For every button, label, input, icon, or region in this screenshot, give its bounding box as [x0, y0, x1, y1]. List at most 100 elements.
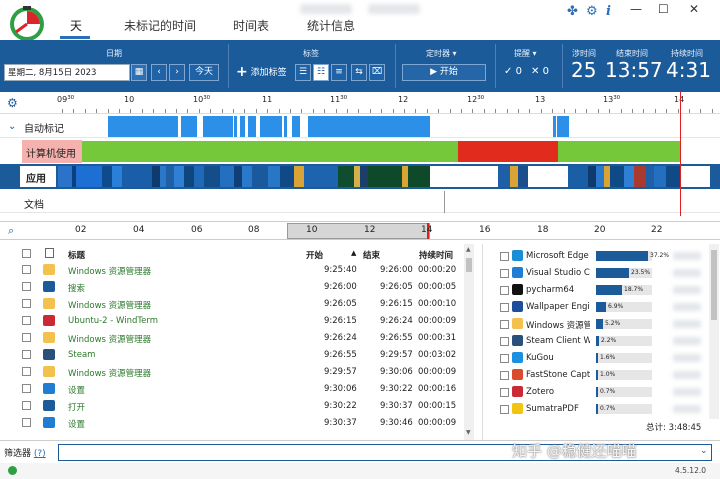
app-row[interactable]: pycharm64 18.7% [483, 282, 711, 299]
prev-day-button[interactable]: ‹ [151, 64, 167, 81]
app-checkbox[interactable] [500, 371, 509, 380]
app-segment[interactable] [634, 166, 646, 187]
app-segment[interactable] [568, 166, 588, 187]
row-checkbox[interactable] [22, 418, 31, 427]
app-segment[interactable] [268, 166, 280, 187]
app-segment[interactable] [596, 166, 604, 187]
row-checkbox[interactable] [22, 299, 31, 308]
app-row[interactable]: Visual Studio C 23.5% [483, 265, 711, 282]
gear-icon[interactable]: ⚙ [586, 4, 598, 19]
app-segment[interactable] [252, 166, 268, 187]
app-segment[interactable] [666, 166, 680, 187]
col-title[interactable]: 标题 [68, 249, 85, 261]
row-checkbox[interactable] [22, 333, 31, 342]
app-segment[interactable] [360, 166, 368, 187]
select-all-checkbox[interactable] [22, 249, 31, 258]
app-segment[interactable] [368, 166, 430, 187]
app-list-scrollbar[interactable] [709, 244, 719, 419]
app-segment[interactable] [518, 166, 528, 187]
app-segment[interactable] [510, 166, 518, 187]
app-segment[interactable] [184, 166, 194, 187]
auto-tag-segment[interactable] [240, 116, 245, 137]
app-segment[interactable] [304, 166, 338, 187]
reminder-label[interactable]: 提醒 ▾ [514, 48, 537, 59]
computer-usage-segment[interactable] [558, 141, 680, 162]
table-row[interactable]: Windows 资源管理器 9:25:40 9:26:00 00:00:20 [0, 262, 462, 279]
auto-tag-bars[interactable] [58, 116, 706, 137]
table-row[interactable]: Ubuntu-2 - WindTerm 9:26:15 9:26:24 00:00:0… [0, 313, 462, 330]
row-checkbox[interactable] [22, 384, 31, 393]
app-checkbox[interactable] [500, 286, 509, 295]
app-row[interactable]: Wallpaper Engi 6.9% [483, 299, 711, 316]
computer-usage-bars[interactable] [82, 141, 680, 162]
app-checkbox[interactable] [500, 405, 509, 414]
gear-icon[interactable]: ⚙ [7, 96, 18, 110]
row-checkbox[interactable] [22, 282, 31, 291]
app-checkbox[interactable] [500, 320, 509, 329]
filter-help-link[interactable]: (?) [34, 449, 46, 459]
table-row[interactable]: Windows 资源管理器 9:26:24 9:26:55 00:00:31 [0, 330, 462, 347]
app-bars[interactable] [58, 166, 680, 187]
computer-usage-segment[interactable] [82, 141, 458, 162]
app-segment[interactable] [528, 166, 568, 187]
auto-tag-segment[interactable] [181, 116, 197, 137]
app-segment[interactable] [102, 166, 112, 187]
app-segment[interactable] [294, 166, 304, 187]
info-icon[interactable]: i [606, 4, 611, 19]
auto-tag-segment[interactable] [108, 116, 178, 137]
app-segment[interactable] [610, 166, 624, 187]
table-row[interactable]: 设置 9:30:37 9:30:46 00:00:09 [0, 415, 462, 432]
auto-tag-segment[interactable] [292, 116, 300, 137]
app-checkbox[interactable] [500, 252, 509, 261]
app-row[interactable]: Windows 资源管理 5.2% [483, 316, 711, 333]
app-row[interactable]: Zotero 0.7% [483, 384, 711, 401]
auto-tag-segment[interactable] [284, 116, 287, 137]
tab-day[interactable]: 天 [70, 17, 82, 34]
add-tag-button[interactable]: + 添加标签 [236, 64, 292, 81]
start-timer-button[interactable]: ▶ 开始 [402, 64, 486, 81]
tab-timesheet[interactable]: 时间表 [233, 17, 269, 34]
app-segment[interactable] [76, 166, 102, 187]
row-checkbox[interactable] [22, 367, 31, 376]
auto-tag-segment[interactable] [260, 116, 282, 137]
tag-edit-icon[interactable]: ⇆ [351, 64, 367, 81]
app-checkbox[interactable] [500, 269, 509, 278]
app-list-scroll-thumb[interactable] [711, 250, 717, 320]
auto-tag-segment[interactable] [234, 116, 237, 137]
app-segment[interactable] [402, 166, 408, 187]
row-checkbox[interactable] [22, 350, 31, 359]
app-checkbox[interactable] [500, 354, 509, 363]
auto-tag-segment[interactable] [557, 116, 569, 137]
close-button[interactable]: ✕ [689, 2, 699, 16]
table-row[interactable]: Steam 9:26:55 9:29:57 00:03:02 [0, 347, 462, 364]
app-segment[interactable] [498, 166, 510, 187]
app-segment[interactable] [280, 166, 294, 187]
app-segment[interactable] [242, 166, 252, 187]
reminder-dismiss-count[interactable]: ✕ 0 [531, 66, 549, 77]
maximize-button[interactable]: ☐ [658, 2, 669, 16]
app-segment[interactable] [234, 166, 242, 187]
app-segment[interactable] [166, 166, 174, 187]
app-segment[interactable] [220, 166, 234, 187]
detail-list-icon[interactable]: ☷ [313, 64, 329, 81]
next-day-button[interactable]: › [169, 64, 185, 81]
app-checkbox[interactable] [500, 337, 509, 346]
app-segment[interactable] [646, 166, 654, 187]
puzzle-icon[interactable]: ✤ [567, 4, 578, 19]
search-icon[interactable]: ⌕ [8, 224, 14, 238]
today-button[interactable]: 今天 [189, 64, 219, 81]
list-view-icon[interactable]: ☰ [295, 64, 311, 81]
auto-tag-segment[interactable] [248, 116, 256, 137]
reminder-accept-count[interactable]: ✓ 0 [504, 66, 522, 77]
minimize-button[interactable]: — [630, 2, 642, 16]
app-segment[interactable] [174, 166, 184, 187]
col-start[interactable]: 开始 [306, 249, 323, 261]
app-segment[interactable] [194, 166, 204, 187]
row-checkbox[interactable] [22, 265, 31, 274]
table-row[interactable]: 搜索 9:26:00 9:26:05 00:00:05 [0, 279, 462, 296]
app-checkbox[interactable] [500, 388, 509, 397]
app-row[interactable]: Microsoft Edge 37.2% [483, 248, 711, 265]
row-checkbox[interactable] [22, 316, 31, 325]
scroll-up-icon[interactable]: ▲ [466, 246, 471, 253]
app-checkbox[interactable] [500, 303, 509, 312]
